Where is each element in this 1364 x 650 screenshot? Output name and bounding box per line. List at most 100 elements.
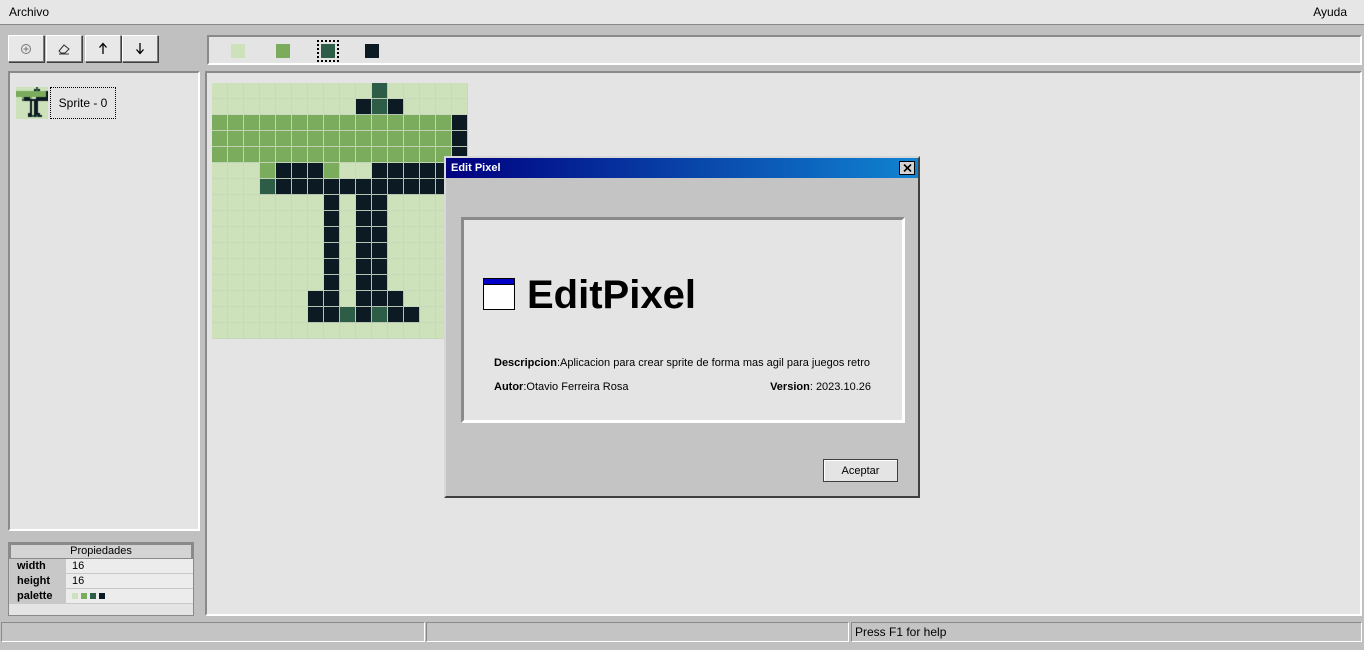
pixel-cell[interactable] <box>260 275 276 291</box>
pixel-cell[interactable] <box>372 195 388 211</box>
pixel-cell[interactable] <box>292 275 308 291</box>
pixel-cell[interactable] <box>388 131 404 147</box>
pixel-cell[interactable] <box>372 323 388 339</box>
pixel-cell[interactable] <box>244 323 260 339</box>
pixel-cell[interactable] <box>324 163 340 179</box>
pixel-cell[interactable] <box>308 259 324 275</box>
pixel-cell[interactable] <box>228 131 244 147</box>
pixel-cell[interactable] <box>420 195 436 211</box>
pixel-cell[interactable] <box>324 115 340 131</box>
pixel-cell[interactable] <box>340 179 356 195</box>
pixel-cell[interactable] <box>276 115 292 131</box>
pixel-cell[interactable] <box>420 83 436 99</box>
pixel-cell[interactable] <box>404 147 420 163</box>
pixel-cell[interactable] <box>404 115 420 131</box>
pixel-cell[interactable] <box>228 227 244 243</box>
pixel-cell[interactable] <box>324 83 340 99</box>
pixel-cell[interactable] <box>244 99 260 115</box>
pixel-cell[interactable] <box>244 115 260 131</box>
pixel-cell[interactable] <box>340 291 356 307</box>
pixel-cell[interactable] <box>324 243 340 259</box>
pixel-cell[interactable] <box>276 83 292 99</box>
pixel-cell[interactable] <box>388 163 404 179</box>
pixel-cell[interactable] <box>372 227 388 243</box>
palette-swatch[interactable] <box>276 44 290 58</box>
pixel-cell[interactable] <box>356 179 372 195</box>
pixel-cell[interactable] <box>404 195 420 211</box>
pixel-cell[interactable] <box>260 307 276 323</box>
pixel-cell[interactable] <box>324 179 340 195</box>
property-value[interactable]: 16 <box>66 559 193 573</box>
pixel-cell[interactable] <box>276 291 292 307</box>
pixel-cell[interactable] <box>388 275 404 291</box>
pixel-cell[interactable] <box>356 115 372 131</box>
pixel-cell[interactable] <box>452 115 468 131</box>
pixel-cell[interactable] <box>260 323 276 339</box>
pixel-cell[interactable] <box>308 83 324 99</box>
pixel-cell[interactable] <box>228 323 244 339</box>
add-sprite-button[interactable] <box>8 35 44 62</box>
pixel-cell[interactable] <box>420 227 436 243</box>
pixel-cell[interactable] <box>212 163 228 179</box>
pixel-cell[interactable] <box>292 115 308 131</box>
pixel-cell[interactable] <box>388 323 404 339</box>
pixel-cell[interactable] <box>228 291 244 307</box>
pixel-cell[interactable] <box>372 211 388 227</box>
pixel-cell[interactable] <box>308 291 324 307</box>
pixel-cell[interactable] <box>260 83 276 99</box>
pixel-cell[interactable] <box>340 83 356 99</box>
pixel-cell[interactable] <box>228 99 244 115</box>
pixel-cell[interactable] <box>260 243 276 259</box>
pixel-cell[interactable] <box>388 83 404 99</box>
pixel-cell[interactable] <box>292 163 308 179</box>
pixel-cell[interactable] <box>324 275 340 291</box>
menu-archivo[interactable]: Archivo <box>9 5 49 19</box>
pixel-cell[interactable] <box>260 131 276 147</box>
pixel-cell[interactable] <box>292 131 308 147</box>
pixel-cell[interactable] <box>356 195 372 211</box>
pixel-cell[interactable] <box>356 211 372 227</box>
pixel-cell[interactable] <box>404 211 420 227</box>
pixel-cell[interactable] <box>372 291 388 307</box>
pixel-cell[interactable] <box>276 323 292 339</box>
pixel-cell[interactable] <box>276 179 292 195</box>
pixel-cell[interactable] <box>276 147 292 163</box>
pixel-cell[interactable] <box>308 243 324 259</box>
pixel-cell[interactable] <box>308 131 324 147</box>
pixel-cell[interactable] <box>420 115 436 131</box>
pixel-cell[interactable] <box>276 243 292 259</box>
pixel-cell[interactable] <box>324 307 340 323</box>
pixel-cell[interactable] <box>260 211 276 227</box>
pixel-cell[interactable] <box>324 195 340 211</box>
pixel-cell[interactable] <box>356 131 372 147</box>
pixel-cell[interactable] <box>372 275 388 291</box>
pixel-cell[interactable] <box>276 211 292 227</box>
pixel-cell[interactable] <box>244 259 260 275</box>
pixel-cell[interactable] <box>308 115 324 131</box>
eraser-button[interactable] <box>46 35 82 62</box>
pixel-cell[interactable] <box>356 99 372 115</box>
pixel-cell[interactable] <box>420 291 436 307</box>
pixel-cell[interactable] <box>388 195 404 211</box>
palette-swatch[interactable] <box>231 44 245 58</box>
pixel-cell[interactable] <box>388 115 404 131</box>
pixel-cell[interactable] <box>244 291 260 307</box>
pixel-cell[interactable] <box>372 243 388 259</box>
pixel-cell[interactable] <box>276 99 292 115</box>
pixel-cell[interactable] <box>324 211 340 227</box>
pixel-cell[interactable] <box>292 307 308 323</box>
pixel-cell[interactable] <box>340 307 356 323</box>
pixel-cell[interactable] <box>228 163 244 179</box>
pixel-cell[interactable] <box>372 99 388 115</box>
pixel-cell[interactable] <box>212 259 228 275</box>
pixel-cell[interactable] <box>228 243 244 259</box>
palette-swatch[interactable] <box>317 40 339 62</box>
pixel-cell[interactable] <box>420 99 436 115</box>
pixel-cell[interactable] <box>212 131 228 147</box>
move-down-button[interactable] <box>122 35 158 62</box>
pixel-cell[interactable] <box>308 275 324 291</box>
pixel-cell[interactable] <box>356 243 372 259</box>
pixel-cell[interactable] <box>212 147 228 163</box>
pixel-cell[interactable] <box>292 291 308 307</box>
pixel-cell[interactable] <box>404 179 420 195</box>
